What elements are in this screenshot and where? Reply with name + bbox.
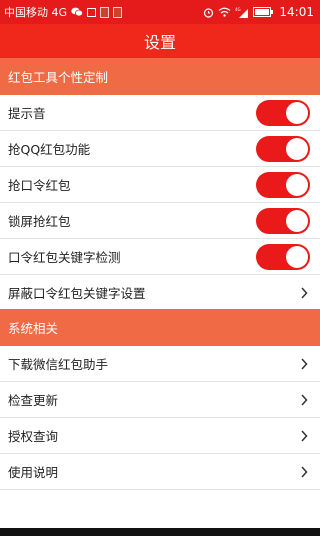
setting-row-license[interactable]: 授权查询 [0,418,320,454]
battery-icon [253,6,274,18]
chevron-right-icon [296,464,312,480]
setting-label: 锁屏抢红包 [8,214,71,229]
setting-label: 使用说明 [8,465,59,480]
chevron-right-icon [296,285,312,301]
setting-row-keyword-detect[interactable]: 口令红包关键字检测 [0,239,320,275]
page-title: 设置 [143,33,176,52]
setting-label: 授权查询 [8,429,59,444]
setting-label: 口令红包关键字检测 [8,250,121,265]
toggle-knob [286,245,308,268]
settings-screen: 中国移动 4G 4G 14:01 设置 红包工具个性定制 提示音 抢QQ红包功能… [0,0,320,536]
clock: 14:01 [279,5,314,19]
chevron-right-icon [296,392,312,408]
setting-label: 检查更新 [8,393,59,408]
status-bar: 中国移动 4G 4G 14:01 [0,0,320,24]
setting-label: 提示音 [8,106,46,121]
section-header-custom: 红包工具个性定制 [0,58,320,95]
toggle-knob [286,137,308,160]
navigation-bar [0,528,320,536]
section-header-system: 系统相关 [0,309,320,346]
notification-icon [113,6,123,18]
toggle-knob [286,173,308,196]
svg-text:4G: 4G [235,7,241,12]
setting-row-manual[interactable]: 使用说明 [0,454,320,490]
chevron-right-icon [296,428,312,444]
setting-row-check-update[interactable]: 检查更新 [0,382,320,418]
sound-toggle[interactable] [256,99,310,126]
app-bar: 设置 [0,24,320,58]
qq-redpacket-toggle[interactable] [256,135,310,162]
setting-row-qq-redpacket[interactable]: 抢QQ红包功能 [0,131,320,167]
gallery-icon [87,6,97,18]
setting-row-keyword-block[interactable]: 屏蔽口令红包关键字设置 [0,275,320,311]
lockscreen-toggle[interactable] [256,207,310,234]
setting-label: 屏蔽口令红包关键字设置 [8,286,146,301]
password-redpacket-toggle[interactable] [256,171,310,198]
status-bar-left: 中国移动 4G [4,4,123,20]
setting-label: 抢口令红包 [8,178,71,193]
wifi-icon [218,6,231,18]
section-title: 红包工具个性定制 [8,70,109,85]
setting-label: 下载微信红包助手 [8,357,109,372]
toggle-knob [286,209,308,232]
setting-row-sound[interactable]: 提示音 [0,95,320,131]
keyword-detect-toggle[interactable] [256,243,310,270]
chevron-right-icon [296,356,312,372]
status-bar-right: 4G 14:01 [203,5,314,19]
setting-row-lockscreen[interactable]: 锁屏抢红包 [0,203,320,239]
setting-label: 抢QQ红包功能 [8,142,91,157]
section-title: 系统相关 [8,321,59,336]
carrier-label: 中国移动 4G [4,6,68,19]
setting-row-password-redpacket[interactable]: 抢口令红包 [0,167,320,203]
alarm-icon [203,6,214,18]
wechat-icon [71,6,84,18]
notification-icon [100,6,110,18]
setting-row-download[interactable]: 下载微信红包助手 [0,346,320,382]
toggle-knob [286,101,308,124]
signal-icon: 4G [235,6,249,18]
